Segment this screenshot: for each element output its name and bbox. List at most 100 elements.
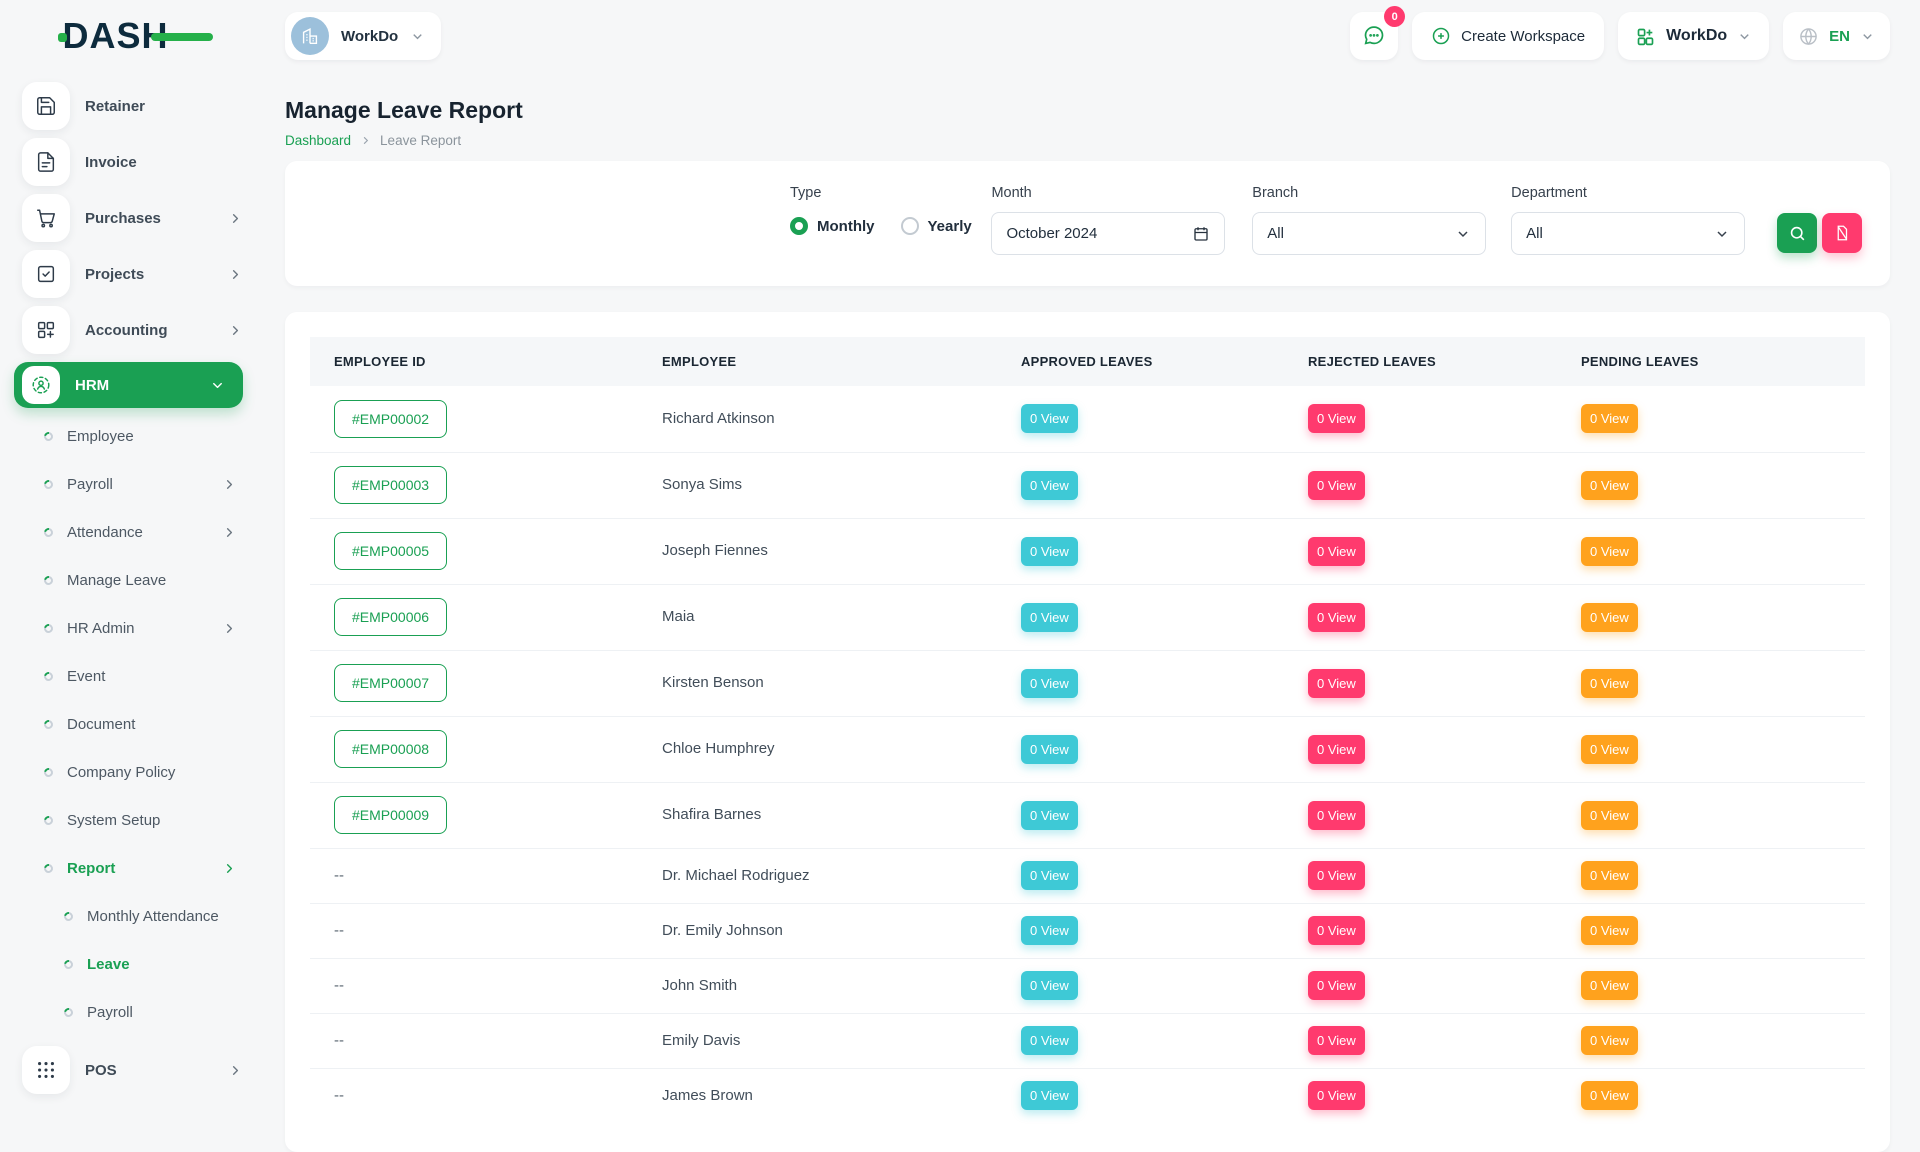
pending-leaves-view-badge[interactable]: 0 View (1581, 603, 1638, 632)
approved-leaves-view-badge[interactable]: 0 View (1021, 1081, 1078, 1110)
employee-id-badge[interactable]: #EMP00005 (334, 532, 447, 570)
employee-id-empty: -- (334, 922, 344, 939)
pending-leaves-view-badge[interactable]: 0 View (1581, 404, 1638, 433)
type-radio-group: Monthly Yearly (790, 217, 991, 235)
rejected-leaves-view-badge[interactable]: 0 View (1308, 861, 1365, 890)
employee-id-badge[interactable]: #EMP00006 (334, 598, 447, 636)
branch-select[interactable]: All (1252, 212, 1486, 255)
chevron-down-icon (1860, 29, 1875, 44)
clipboard-slash-icon (1833, 224, 1851, 242)
approved-leaves-view-badge[interactable]: 0 View (1021, 603, 1078, 632)
rejected-leaves-view-badge[interactable]: 0 View (1308, 471, 1365, 500)
sidebar-item-payroll[interactable]: Payroll (64, 998, 237, 1026)
rejected-leaves-view-badge[interactable]: 0 View (1308, 537, 1365, 566)
brand-logo[interactable]: DASH (62, 18, 194, 54)
sidebar-item-projects[interactable]: Projects (22, 250, 243, 298)
sidebar-item-payroll[interactable]: Payroll (44, 470, 237, 498)
sidebar-item-monthly-attendance[interactable]: Monthly Attendance (64, 902, 237, 930)
app-switcher-button[interactable]: WorkDo (1618, 12, 1769, 60)
reset-button[interactable] (1822, 213, 1862, 253)
rejected-leaves-view-badge[interactable]: 0 View (1308, 801, 1365, 830)
chevron-right-icon (222, 621, 237, 636)
pending-leaves-view-badge[interactable]: 0 View (1581, 735, 1638, 764)
sidebar-item-system-setup[interactable]: System Setup (44, 806, 237, 834)
sidebar-item-pos[interactable]: POS (22, 1046, 243, 1094)
approved-leaves-view-badge[interactable]: 0 View (1021, 971, 1078, 1000)
sidebar-item-report[interactable]: Report (44, 854, 237, 882)
sidebar-item-invoice[interactable]: Invoice (22, 138, 243, 186)
rejected-leaves-view-badge[interactable]: 0 View (1308, 669, 1365, 698)
employee-id-badge[interactable]: #EMP00009 (334, 796, 447, 834)
employee-id-badge[interactable]: #EMP00007 (334, 664, 447, 702)
leave-report-table-card: EMPLOYEE ID EMPLOYEE APPROVED LEAVES REJ… (285, 312, 1890, 1152)
leave-report-table: EMPLOYEE ID EMPLOYEE APPROVED LEAVES REJ… (310, 337, 1865, 1123)
sidebar-item-purchases[interactable]: Purchases (22, 194, 243, 242)
employee-name: Sonya Sims (662, 476, 742, 493)
pending-leaves-view-badge[interactable]: 0 View (1581, 471, 1638, 500)
pending-leaves-view-badge[interactable]: 0 View (1581, 1026, 1638, 1055)
approved-leaves-view-badge[interactable]: 0 View (1021, 861, 1078, 890)
employee-name: James Brown (662, 1087, 753, 1104)
pending-leaves-view-badge[interactable]: 0 View (1581, 971, 1638, 1000)
pending-leaves-view-badge[interactable]: 0 View (1581, 537, 1638, 566)
sidebar-item-hrm[interactable]: HRM (14, 362, 243, 408)
workspace-selector[interactable]: WorkDo (285, 12, 441, 60)
chevron-right-icon (222, 525, 237, 540)
grid-plus-icon (22, 306, 70, 354)
rejected-leaves-view-badge[interactable]: 0 View (1308, 916, 1365, 945)
sidebar-item-event[interactable]: Event (44, 662, 237, 690)
sidebar-item-document[interactable]: Document (44, 710, 237, 738)
pending-leaves-view-badge[interactable]: 0 View (1581, 861, 1638, 890)
approved-leaves-view-badge[interactable]: 0 View (1021, 471, 1078, 500)
employee-id-badge[interactable]: #EMP00008 (334, 730, 447, 768)
rejected-leaves-view-badge[interactable]: 0 View (1308, 404, 1365, 433)
sidebar-item-leave[interactable]: Leave (64, 950, 237, 978)
approved-leaves-view-badge[interactable]: 0 View (1021, 735, 1078, 764)
approved-leaves-view-badge[interactable]: 0 View (1021, 537, 1078, 566)
rejected-leaves-view-badge[interactable]: 0 View (1308, 735, 1365, 764)
radio-yearly[interactable]: Yearly (901, 217, 972, 235)
sidebar-item-retainer[interactable]: Retainer (22, 82, 243, 130)
rejected-leaves-view-badge[interactable]: 0 View (1308, 603, 1365, 632)
employee-id-badge[interactable]: #EMP00002 (334, 400, 447, 438)
approved-leaves-view-badge[interactable]: 0 View (1021, 916, 1078, 945)
bullet-icon (42, 478, 55, 491)
employee-name: Chloe Humphrey (662, 740, 775, 757)
sidebar-item-accounting[interactable]: Accounting (22, 306, 243, 354)
pos-icon (22, 1046, 70, 1094)
sidebar-item-company-policy[interactable]: Company Policy (44, 758, 237, 786)
pending-leaves-view-badge[interactable]: 0 View (1581, 1081, 1638, 1110)
chevron-right-icon (222, 861, 237, 876)
create-workspace-button[interactable]: Create Workspace (1412, 12, 1604, 60)
month-input[interactable]: October 2024 (991, 212, 1225, 255)
table-row: #EMP00008 Chloe Humphrey 0 View 0 View 0… (310, 716, 1865, 782)
sidebar-item-attendance[interactable]: Attendance (44, 518, 237, 546)
language-selector[interactable]: EN (1783, 12, 1890, 60)
bullet-icon (42, 526, 55, 539)
sidebar-item-hr-admin[interactable]: HR Admin (44, 614, 237, 642)
rejected-leaves-view-badge[interactable]: 0 View (1308, 971, 1365, 1000)
radio-monthly[interactable]: Monthly (790, 217, 875, 235)
pending-leaves-view-badge[interactable]: 0 View (1581, 669, 1638, 698)
column-approved-leaves: APPROVED LEAVES (997, 337, 1284, 386)
rejected-leaves-view-badge[interactable]: 0 View (1308, 1026, 1365, 1055)
employee-name: Dr. Michael Rodriguez (662, 867, 810, 884)
employee-id-badge[interactable]: #EMP00003 (334, 466, 447, 504)
radio-checked-icon (790, 217, 808, 235)
radio-unchecked-icon (901, 217, 919, 235)
approved-leaves-view-badge[interactable]: 0 View (1021, 801, 1078, 830)
approved-leaves-view-badge[interactable]: 0 View (1021, 669, 1078, 698)
approved-leaves-view-badge[interactable]: 0 View (1021, 1026, 1078, 1055)
sidebar-item-manage-leave[interactable]: Manage Leave (44, 566, 237, 594)
messages-button[interactable]: 0 (1350, 12, 1398, 60)
sidebar-item-employee[interactable]: Employee (44, 422, 237, 450)
pending-leaves-view-badge[interactable]: 0 View (1581, 801, 1638, 830)
search-button[interactable] (1777, 213, 1817, 253)
chevron-right-icon (360, 135, 371, 146)
approved-leaves-view-badge[interactable]: 0 View (1021, 404, 1078, 433)
department-select[interactable]: All (1511, 212, 1745, 255)
pending-leaves-view-badge[interactable]: 0 View (1581, 916, 1638, 945)
rejected-leaves-view-badge[interactable]: 0 View (1308, 1081, 1365, 1110)
breadcrumb-dashboard-link[interactable]: Dashboard (285, 133, 351, 148)
check-square-icon (22, 250, 70, 298)
